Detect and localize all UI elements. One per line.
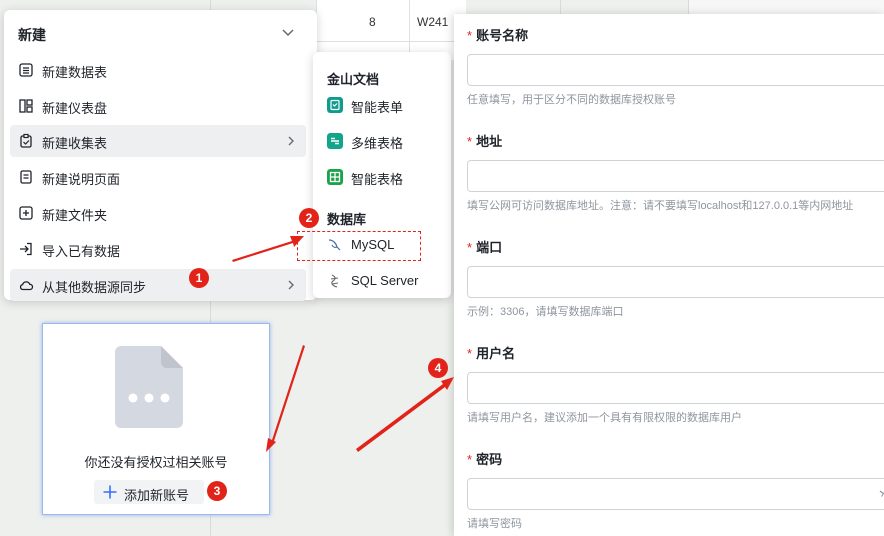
menu-header[interactable]: 新建 bbox=[4, 10, 317, 54]
eye-closed-icon[interactable] bbox=[879, 488, 884, 500]
row-number: 8 bbox=[369, 15, 376, 29]
step-badge-2: 2 bbox=[299, 208, 319, 228]
menu-title: 新建 bbox=[18, 27, 46, 43]
cell-code: W241 bbox=[417, 15, 449, 29]
submenu-item-smart-sheet[interactable]: 智能表格 bbox=[327, 164, 439, 190]
submenu-item-label: 多维表格 bbox=[351, 136, 404, 151]
datasource-submenu: 金山文档 智能表单 多维表格 智能表格 数据库 MySQL SQL Server bbox=[313, 52, 451, 298]
submenu-item-label: 智能表格 bbox=[351, 172, 404, 187]
menu-item-new-form[interactable]: 新建收集表 bbox=[10, 125, 306, 157]
menu-item-label: 新建文件夹 bbox=[42, 208, 108, 223]
menu-item-label: 新建说明页面 bbox=[42, 172, 121, 187]
username-input[interactable] bbox=[467, 372, 884, 404]
menu-item-sync-datasource[interactable]: 从其他数据源同步 bbox=[10, 269, 306, 301]
field-label-username: * 用户名 bbox=[467, 346, 516, 361]
menu-item-label: 新建收集表 bbox=[42, 136, 108, 151]
sheet-cells: 8 W241 bbox=[316, 0, 467, 60]
account-name-input[interactable] bbox=[467, 54, 884, 86]
menu-item-new-dashboard[interactable]: 新建仪表盘 bbox=[10, 90, 306, 122]
top-right-strip bbox=[688, 0, 884, 14]
menu-item-new-table[interactable]: 新建数据表 bbox=[10, 54, 306, 86]
folder-plus-icon bbox=[19, 206, 33, 220]
add-account-label: 添加新账号 bbox=[124, 488, 190, 503]
field-label-port: * 端口 bbox=[467, 240, 503, 255]
import-icon bbox=[20, 242, 32, 256]
field-hint: 任意填写，用于区分不同的数据库授权账号 bbox=[467, 94, 676, 106]
field-label-password: * 密码 bbox=[467, 452, 503, 467]
submenu-group-title: 金山文档 bbox=[327, 72, 380, 87]
sqlserver-icon bbox=[330, 274, 339, 288]
field-label-address: * 地址 bbox=[467, 134, 503, 149]
chevron-right-icon bbox=[288, 280, 294, 290]
plus-icon bbox=[103, 485, 117, 499]
menu-item-label: 新建仪表盘 bbox=[42, 101, 108, 116]
submenu-item-label: SQL Server bbox=[351, 273, 419, 288]
field-hint: 填写公网可访问数据库地址。注意：请不要填写localhost和127.0.0.1… bbox=[467, 200, 854, 212]
menu-item-new-folder[interactable]: 新建文件夹 bbox=[10, 197, 306, 229]
step-badge-4: 4 bbox=[428, 358, 448, 378]
port-input[interactable] bbox=[467, 266, 884, 298]
menu-item-label: 从其他数据源同步 bbox=[42, 280, 147, 295]
submenu-group-title: 数据库 bbox=[327, 212, 367, 227]
menu-item-new-doc[interactable]: 新建说明页面 bbox=[10, 161, 306, 193]
step-badge-3: 3 bbox=[207, 481, 227, 501]
menu-item-label: 新建数据表 bbox=[42, 65, 108, 80]
add-account-button[interactable]: 添加新账号 bbox=[94, 480, 204, 504]
field-hint: 示例：3306，请填写数据库端口 bbox=[467, 306, 624, 318]
address-input[interactable] bbox=[467, 160, 884, 192]
database-auth-form: * 账号名称 任意填写，用于区分不同的数据库授权账号 * 地址 填写公网可访问数据库… bbox=[454, 14, 884, 536]
field-hint: 请填写密码 bbox=[467, 518, 522, 530]
menu-item-label: 导入已有数据 bbox=[42, 244, 121, 259]
smart-sheet-icon bbox=[327, 169, 343, 185]
empty-document-icon bbox=[115, 346, 183, 428]
table-icon bbox=[19, 63, 33, 77]
empty-account-card: 你还没有授权过相关账号 添加新账号 bbox=[42, 323, 270, 515]
mysql-highlight-box bbox=[297, 231, 421, 261]
submenu-item-label: 智能表单 bbox=[351, 100, 404, 115]
step-badge-1: 1 bbox=[189, 268, 209, 288]
new-menu: 新建 新建数据表 新建仪表盘 新建收集表 新建说明页面 新建文件夹 导入已有数据… bbox=[4, 10, 317, 301]
password-input[interactable] bbox=[467, 478, 884, 510]
chevron-down-icon[interactable] bbox=[280, 24, 296, 40]
submenu-item-multi-table[interactable]: 多维表格 bbox=[327, 128, 439, 154]
empty-message: 你还没有授权过相关账号 bbox=[84, 455, 228, 470]
cloud-icon bbox=[19, 281, 34, 291]
smart-form-icon bbox=[327, 97, 343, 113]
dashboard-icon bbox=[19, 99, 33, 113]
submenu-item-sqlserver[interactable]: SQL Server bbox=[327, 268, 439, 294]
chevron-right-icon bbox=[288, 136, 294, 146]
multi-table-icon bbox=[327, 133, 343, 149]
field-hint: 请填写用户名，建议添加一个具有有限权限的数据库用户 bbox=[467, 412, 742, 424]
field-label-account-name: * 账号名称 bbox=[467, 28, 529, 43]
doc-icon bbox=[20, 170, 32, 184]
submenu-item-smart-form[interactable]: 智能表单 bbox=[327, 92, 439, 118]
menu-item-import[interactable]: 导入已有数据 bbox=[10, 233, 306, 265]
form-icon bbox=[20, 133, 32, 148]
